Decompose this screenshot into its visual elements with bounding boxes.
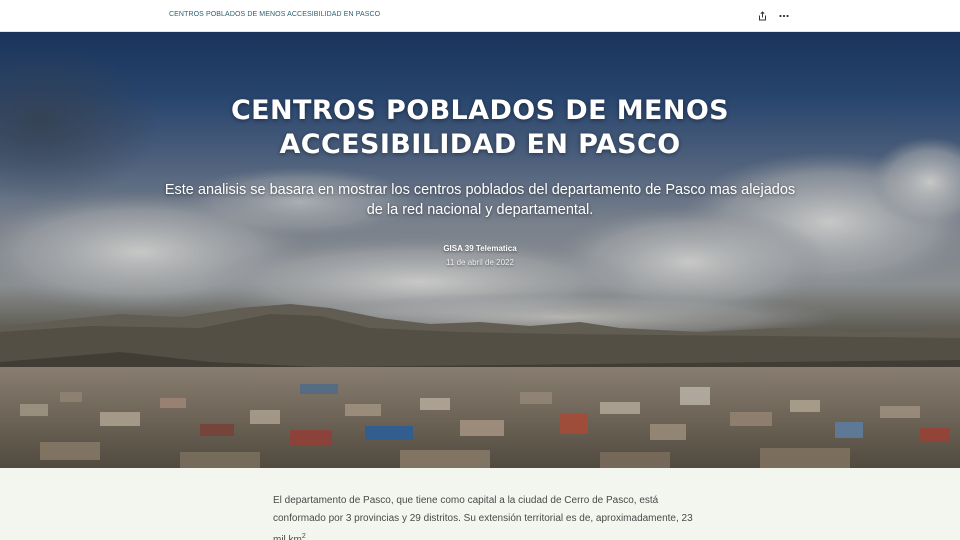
more-icon[interactable] [778, 9, 790, 22]
share-icon[interactable] [756, 9, 768, 22]
hero-cover: CENTROS POBLADOS DE MENOS ACCESIBILIDAD … [0, 32, 960, 468]
intro-paragraph: El departamento de Pasco, que tiene como… [273, 492, 693, 540]
superscript: 2 [301, 533, 306, 540]
author-name: GISA 39 Telematica [443, 244, 517, 253]
hero-content: CENTROS POBLADOS DE MENOS ACCESIBILIDAD … [0, 94, 960, 267]
page-subtitle: Este analisis se basara en mostrar los c… [164, 182, 796, 218]
intro-paragraph-text: El departamento de Pasco, que tiene como… [273, 495, 693, 540]
page-title: CENTROS POBLADOS DE MENOS ACCESIBILIDAD … [230, 95, 730, 160]
publish-date: 11 de abril de 2022 [446, 258, 514, 267]
top-bar: CENTROS POBLADOS DE MENOS ACCESIBILIDAD … [0, 0, 960, 32]
topbar-actions [756, 9, 790, 22]
story-title-link[interactable]: CENTROS POBLADOS DE MENOS ACCESIBILIDAD … [169, 11, 380, 18]
